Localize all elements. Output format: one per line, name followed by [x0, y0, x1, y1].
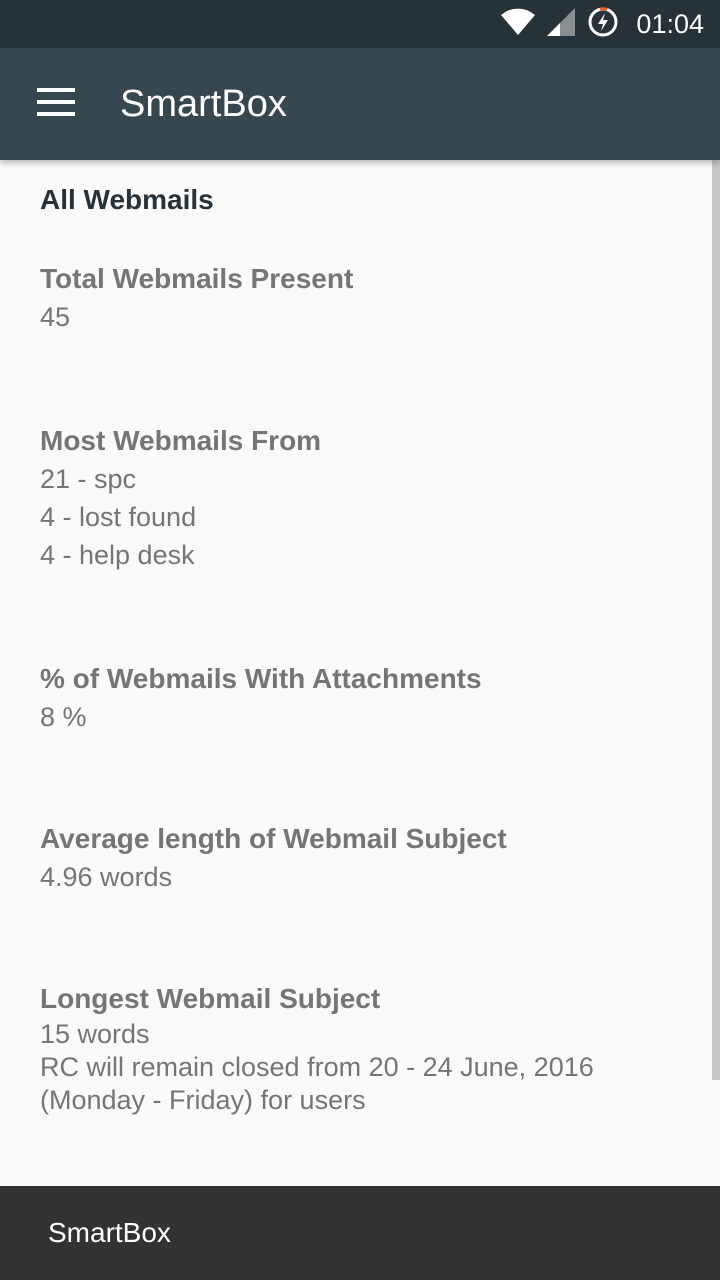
- stat-label: Longest Webmail Subject: [40, 983, 381, 1014]
- cell-signal-icon: [546, 7, 576, 42]
- stat-longest-subject: Longest Webmail Subject 15 words RC will…: [40, 980, 680, 1117]
- stat-value: 4 - lost found: [40, 502, 197, 532]
- stat-label: % of Webmails With Attachments: [40, 663, 482, 694]
- bottom-bar: SmartBox: [0, 1186, 720, 1280]
- stat-value: RC will remain closed from 20 - 24 June,…: [40, 1052, 594, 1082]
- wifi-icon: [500, 8, 536, 41]
- section-title: All Webmails: [40, 184, 214, 215]
- stat-value: 21 - spc: [40, 464, 137, 494]
- stat-value: 4.96 words: [40, 862, 173, 892]
- stat-value: 15 words: [40, 1019, 150, 1049]
- app-bar: SmartBox: [0, 48, 720, 160]
- stat-attachments-percent: % of Webmails With Attachments 8 %: [40, 660, 680, 736]
- stat-most-webmails-from: Most Webmails From 21 - spc 4 - lost fou…: [40, 422, 680, 574]
- hamburger-menu-icon: [37, 87, 75, 121]
- stat-value: 8 %: [40, 702, 87, 732]
- stat-value: 45: [40, 302, 71, 332]
- stat-label: Average length of Webmail Subject: [40, 823, 507, 854]
- stat-label: Most Webmails From: [40, 425, 322, 456]
- stat-value: (Monday - Friday) for users: [40, 1085, 366, 1115]
- stat-average-subject-length: Average length of Webmail Subject 4.96 w…: [40, 820, 680, 896]
- status-time: 01:04: [636, 8, 704, 39]
- scrollbar[interactable]: [712, 160, 720, 1080]
- status-bar: 01:04: [0, 0, 720, 48]
- battery-saver-icon: [586, 5, 620, 44]
- menu-button[interactable]: [0, 48, 112, 160]
- stats-content[interactable]: All Webmails Total Webmails Present 45 M…: [0, 160, 720, 1186]
- status-icons: 01:04: [500, 5, 704, 44]
- stat-total-webmails: Total Webmails Present 45: [40, 260, 680, 336]
- app-title: SmartBox: [120, 82, 287, 125]
- stat-value: 4 - help desk: [40, 540, 195, 570]
- stat-label: Total Webmails Present: [40, 263, 354, 294]
- bottom-bar-title: SmartBox: [48, 1217, 171, 1248]
